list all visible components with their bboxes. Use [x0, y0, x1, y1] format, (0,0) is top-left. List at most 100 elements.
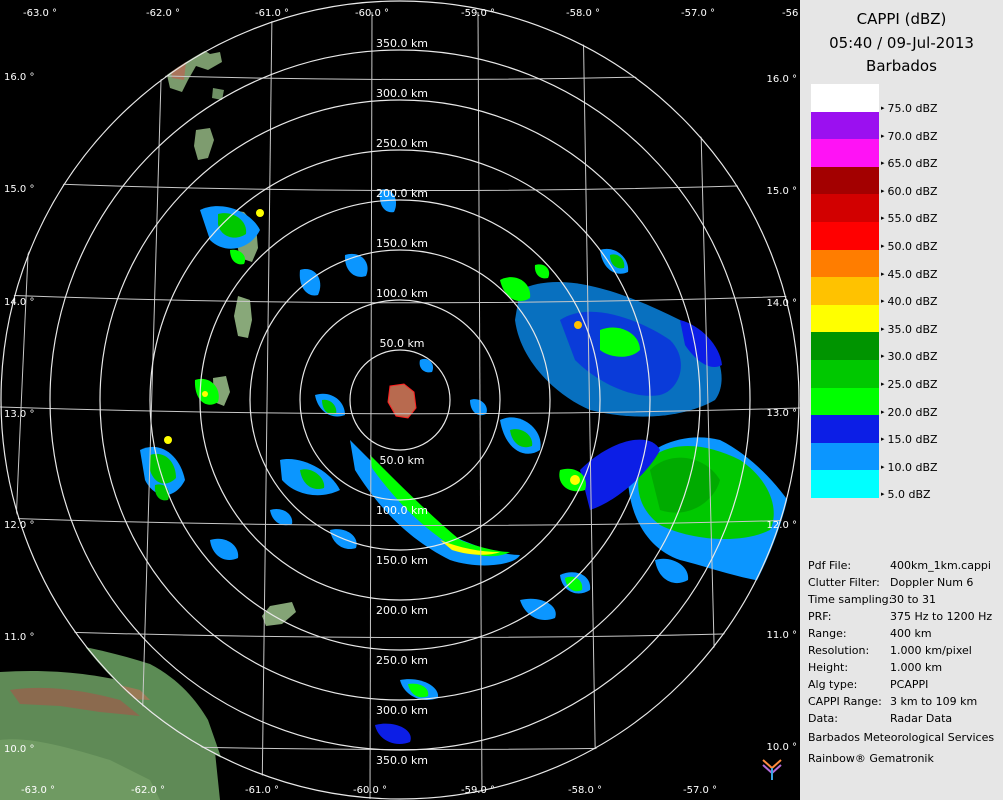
metadata-row: Clutter Filter: Doppler Num 6: [808, 574, 1003, 591]
info-panel: CAPPI (dBZ) 05:40 / 09-Jul-2013 Barbados…: [800, 0, 1003, 800]
radar-map: 50.0 km 100.0 km 150.0 km 200.0 km 250.0…: [0, 0, 800, 800]
legend-row: 45.0 dBZ: [811, 249, 991, 281]
metadata-row: Pdf File: 400km_1km.cappi: [808, 557, 1003, 574]
organization-label: Barbados Meteorological Services: [808, 731, 995, 744]
legend-label: 5.0 dBZ: [881, 488, 931, 503]
metadata-row: Data: Radar Data: [808, 710, 1003, 727]
legend-swatch: [811, 194, 879, 222]
metadata-row: CAPPI Range: 3 km to 109 km: [808, 693, 1003, 710]
metadata-value: 1.000 km: [890, 661, 943, 674]
legend-row: 60.0 dBZ: [811, 166, 991, 198]
range-label-350-lower: 350.0 km: [376, 754, 428, 767]
latitude-labels-left: 16.0 ° 15.0 ° 14.0 ° 13.0 ° 12.0 ° 11.0 …: [4, 72, 34, 755]
metadata-key: Alg type:: [808, 678, 858, 691]
legend-swatch: [811, 415, 879, 443]
metadata-key: CAPPI Range:: [808, 695, 882, 708]
metadata-value: 30 to 31: [890, 593, 937, 606]
metadata-key: PRF:: [808, 610, 832, 623]
metadata-key: Resolution:: [808, 644, 870, 657]
legend-swatch: [811, 470, 879, 498]
range-label-50-lower: 50.0 km: [379, 454, 424, 467]
legend-swatch: [811, 304, 879, 333]
lon-label-bottom: -58.0 °: [568, 785, 602, 796]
legend-row: 65.0 dBZ: [811, 139, 991, 170]
legend-swatch: [811, 442, 879, 471]
range-label-150: 150.0 km: [376, 237, 428, 250]
lat-label-right: 13.0 °: [767, 408, 797, 419]
legend-row: 55.0 dBZ: [811, 194, 991, 225]
lat-label: 10.0 °: [4, 744, 34, 755]
range-label-250-lower: 250.0 km: [376, 654, 428, 667]
lat-label-right: 12.0 °: [767, 520, 797, 531]
lat-label: 14.0 °: [4, 297, 34, 308]
lat-label-right: 14.0 °: [767, 298, 797, 309]
metadata-value: 400km_1km.cappi: [890, 559, 991, 572]
lat-label-right: 16.0 °: [767, 74, 797, 85]
lon-label-bottom: -61.0 °: [245, 785, 279, 796]
metadata-value: 400 km: [890, 627, 932, 640]
lon-label: -57.0 °: [681, 8, 715, 19]
lon-label-bottom: -63.0 °: [21, 785, 55, 796]
range-label-300: 300.0 km: [376, 87, 428, 100]
lon-label: -60.0 °: [355, 8, 389, 19]
latitude-labels-right: 16.0 ° 15.0 ° 14.0 ° 13.0 ° 12.0 ° 11.0 …: [767, 74, 797, 753]
metadata-key: Height:: [808, 661, 849, 674]
legend-row: 5.0 dBZ: [811, 470, 991, 501]
legend-row: 40.0 dBZ: [811, 277, 991, 308]
lon-label: -58.0 °: [566, 8, 600, 19]
legend-row: 50.0 dBZ: [811, 221, 991, 253]
legend-row: 35.0 dBZ: [811, 304, 991, 336]
legend-swatch: [811, 387, 879, 416]
metadata-value: PCAPPI: [890, 678, 929, 691]
lat-label: 13.0 °: [4, 409, 34, 420]
metadata-value: 1.000 km/pixel: [890, 644, 972, 657]
legend-row: 70.0 dBZ: [811, 111, 991, 143]
lon-label: -56: [782, 8, 798, 19]
lon-label: -63.0 °: [23, 8, 57, 19]
metadata-value: Doppler Num 6: [890, 576, 974, 589]
lon-label-bottom: -59.0 °: [461, 785, 495, 796]
legend-row: 25.0 dBZ: [811, 359, 991, 391]
lat-label: 11.0 °: [4, 632, 34, 643]
gematronik-logo-icon: [762, 759, 782, 780]
legend-row: 15.0 dBZ: [811, 415, 991, 446]
site-label: Barbados: [866, 57, 937, 75]
lon-label-bottom: -57.0 °: [683, 785, 717, 796]
lon-label: -59.0 °: [461, 8, 495, 19]
lat-label: 16.0 °: [4, 72, 34, 83]
range-label-300-lower: 300.0 km: [376, 704, 428, 717]
metadata-row: Resolution: 1.000 km/pixel: [808, 642, 1003, 659]
datetime-label: 05:40 / 09-Jul-2013: [829, 34, 974, 52]
color-legend: 75.0 dBZ70.0 dBZ65.0 dBZ60.0 dBZ55.0 dBZ…: [811, 84, 991, 501]
metadata-key: Data:: [808, 712, 838, 725]
legend-swatch: [811, 111, 879, 140]
legend-swatch: [811, 277, 879, 305]
legend-row: 20.0 dBZ: [811, 387, 991, 419]
lat-label: 12.0 °: [4, 520, 34, 531]
radar-display[interactable]: 50.0 km 100.0 km 150.0 km 200.0 km 250.0…: [0, 0, 800, 800]
range-label-250: 250.0 km: [376, 137, 428, 150]
legend-swatch: [811, 359, 879, 388]
range-label-150-lower: 150.0 km: [376, 554, 428, 567]
metadata-key: Pdf File:: [808, 559, 852, 572]
metadata-value: Radar Data: [890, 712, 953, 725]
legend-swatch: [811, 221, 879, 250]
product-title: CAPPI (dBZ): [856, 10, 947, 28]
lon-label-bottom: -62.0 °: [131, 785, 165, 796]
lat-label: 15.0 °: [4, 184, 34, 195]
range-label-100-lower: 100.0 km: [376, 504, 428, 517]
legend-swatch: [811, 332, 879, 360]
metadata-table: Pdf File: 400km_1km.cappi Clutter Filter: D…: [808, 557, 1003, 727]
legend-swatch: [811, 84, 879, 112]
metadata-key: Range:: [808, 627, 847, 640]
metadata-value: 3 km to 109 km: [890, 695, 978, 708]
metadata-key: Clutter Filter:: [808, 576, 880, 589]
lon-label: -61.0 °: [255, 8, 289, 19]
legend-swatch: [811, 249, 879, 278]
lon-label: -62.0 °: [146, 8, 180, 19]
metadata-value: 375 Hz to 1200 Hz: [890, 610, 993, 623]
metadata-row: Time sampling: 30 to 31: [808, 591, 1003, 608]
metadata-row: Height: 1.000 km: [808, 659, 1003, 676]
legend-swatch: [811, 166, 879, 195]
lat-label-right: 11.0 °: [767, 630, 797, 641]
